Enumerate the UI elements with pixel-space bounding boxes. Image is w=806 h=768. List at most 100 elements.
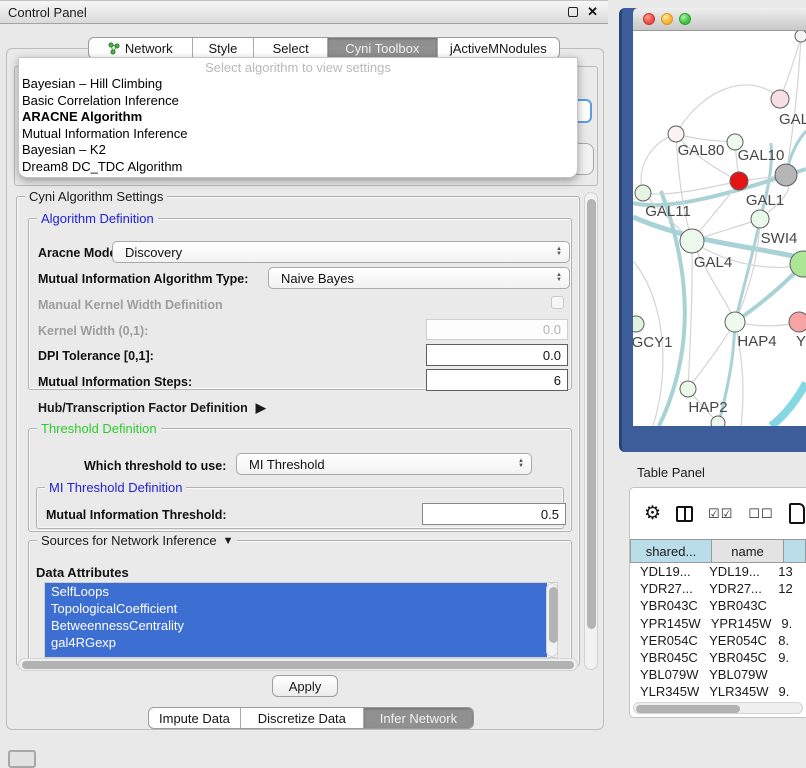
- dpi-tolerance-value: 0.0: [543, 348, 561, 363]
- tab-impute-data[interactable]: Impute Data: [149, 708, 241, 728]
- algorithm-option[interactable]: Dream8 DC_TDC Algorithm: [19, 159, 577, 176]
- minimized-panel-icon[interactable]: [8, 750, 36, 768]
- table-toolbar: ⚙ ☑☑ ☐☐: [630, 488, 806, 539]
- zoom-window-icon[interactable]: [679, 13, 691, 25]
- aracne-mode-combo[interactable]: Discovery ▲▼: [112, 241, 570, 263]
- tab-style[interactable]: Style: [193, 38, 255, 58]
- data-attribute-item[interactable]: SelfLoops: [45, 583, 557, 600]
- dpi-tolerance-field[interactable]: 0.0: [426, 344, 568, 366]
- network-window-titlebar[interactable]: [633, 8, 806, 31]
- data-attribute-item[interactable]: TopologicalCoefficient: [45, 600, 557, 617]
- tab-style-label: Style: [208, 41, 237, 56]
- sources-toggle[interactable]: Sources for Network Inference ▼: [37, 533, 237, 548]
- kernel-width-label: Kernel Width (0,1):: [38, 324, 148, 338]
- mi-threshold-field[interactable]: 0.5: [422, 503, 566, 525]
- table-row[interactable]: YDR27...YDR27...12: [630, 580, 806, 597]
- kernel-width-value: 0.0: [543, 322, 561, 337]
- algorithm-option[interactable]: Basic Correlation Inference: [19, 93, 577, 110]
- network-node[interactable]: [668, 126, 684, 142]
- hub-definition-label: Hub/Transcription Factor Definition: [38, 401, 248, 415]
- table-horizontal-scrollbar[interactable]: [633, 702, 803, 714]
- table-cell: [768, 666, 806, 683]
- tab-cyni-toolbox[interactable]: Cyni Toolbox: [328, 38, 438, 58]
- table-cell: YBL079W: [630, 666, 699, 683]
- network-node[interactable]: [633, 316, 644, 332]
- column-header-partial[interactable]: [784, 539, 806, 563]
- settings-vertical-scrollbar-thumb[interactable]: [587, 199, 596, 629]
- algorithm-option[interactable]: Bayesian – Hill Climbing: [19, 76, 577, 93]
- settings-vertical-scrollbar[interactable]: [584, 192, 598, 670]
- tab-impute-data-label: Impute Data: [159, 711, 230, 726]
- algorithm-option[interactable]: ARACNE Algorithm: [19, 109, 577, 126]
- collapse-right-icon: ▶: [256, 400, 266, 416]
- network-node[interactable]: [725, 312, 745, 332]
- network-node[interactable]: [795, 31, 806, 42]
- apply-button-label: Apply: [289, 679, 322, 694]
- table-cell: YLR345W: [630, 683, 699, 700]
- table-row[interactable]: YBL079WYBL079W: [630, 666, 806, 683]
- export-table-icon[interactable]: [789, 503, 805, 524]
- column-header-name[interactable]: name: [712, 539, 784, 563]
- table-row[interactable]: YPR145WYPR145W9.: [630, 615, 806, 632]
- hide-columns-icon[interactable]: ☐☐: [748, 506, 773, 522]
- network-node[interactable]: [751, 210, 769, 228]
- data-attribute-item[interactable]: gal4RGexp: [45, 634, 557, 651]
- cyni-bottom-tabbar: Impute Data Discretize Data Infer Networ…: [148, 707, 474, 729]
- hub-definition-toggle[interactable]: Hub/Transcription Factor Definition ▶: [38, 400, 266, 416]
- table-row[interactable]: YLR345WYLR345W9.: [630, 683, 806, 700]
- tab-infer-network[interactable]: Infer Network: [364, 708, 473, 728]
- tab-infer-network-label: Infer Network: [380, 711, 457, 726]
- tab-network-label: Network: [125, 41, 173, 56]
- network-node[interactable]: [680, 229, 704, 253]
- table-panel: ⚙ ☑☑ ☐☐ shared... name YDL19...YDL19...1…: [629, 487, 806, 718]
- attributes-scrollbar-thumb[interactable]: [549, 587, 558, 643]
- gear-icon[interactable]: ⚙: [644, 504, 661, 523]
- algorithm-option[interactable]: Bayesian – K2: [19, 142, 577, 159]
- table-row[interactable]: YDL19...YDL19...13: [630, 563, 806, 580]
- table-cell: 9.: [769, 683, 806, 700]
- network-canvas[interactable]: GALGAL80GAL10GAL1GAL11SWI4GAL4GCY1HAP4YH…: [633, 31, 806, 426]
- mi-type-value: Naive Bayes: [281, 271, 354, 286]
- attributes-scrollbar[interactable]: [546, 583, 558, 657]
- network-node[interactable]: [771, 90, 789, 108]
- which-threshold-combo[interactable]: MI Threshold ▲▼: [236, 453, 532, 475]
- tab-select[interactable]: Select: [254, 38, 328, 58]
- data-attributes-list: SelfLoopsTopologicalCoefficientBetweenne…: [44, 582, 558, 658]
- kernel-width-field[interactable]: 0.0: [426, 319, 568, 340]
- algorithm-option[interactable]: Mutual Information Inference: [19, 126, 577, 143]
- table-rows: YDL19...YDL19...13YDR27...YDR27...12YBR0…: [630, 563, 806, 702]
- mi-steps-field[interactable]: 6: [426, 369, 568, 391]
- data-attribute-item[interactable]: BetweennessCentrality: [45, 617, 557, 634]
- table-horizontal-scrollbar-thumb[interactable]: [636, 705, 740, 713]
- network-node[interactable]: [711, 416, 725, 426]
- algorithm-dropdown-list: Select algorithm to view settings Bayesi…: [18, 57, 578, 178]
- tab-network[interactable]: Network: [89, 38, 193, 58]
- network-node[interactable]: [730, 172, 748, 190]
- close-panel-icon[interactable]: ✕: [587, 7, 598, 17]
- network-node[interactable]: [680, 381, 696, 397]
- column-header-shared[interactable]: shared...: [630, 539, 712, 563]
- tab-discretize-data[interactable]: Discretize Data: [241, 708, 364, 728]
- table-row[interactable]: YBR045CYBR045C9.: [630, 649, 806, 666]
- float-panel-icon[interactable]: [568, 7, 578, 17]
- dpi-tolerance-label: DPI Tolerance [0,1]:: [38, 349, 154, 363]
- table-row[interactable]: YBR043CYBR043C: [630, 597, 806, 614]
- network-node[interactable]: [775, 164, 797, 186]
- data-attributes-label: Data Attributes: [36, 565, 129, 580]
- table-row[interactable]: YER054CYER054C8.: [630, 632, 806, 649]
- mi-type-combo[interactable]: Naive Bayes ▲▼: [268, 267, 570, 289]
- tab-jactivemnodules[interactable]: jActiveMNodules: [438, 38, 559, 58]
- close-window-icon[interactable]: [643, 13, 655, 25]
- table-cell: 9.: [768, 649, 806, 666]
- settings-horizontal-scrollbar-thumb[interactable]: [22, 661, 574, 669]
- network-node-label: GCY1: [633, 334, 672, 351]
- network-node[interactable]: [635, 185, 651, 201]
- apply-button[interactable]: Apply: [272, 675, 338, 697]
- settings-horizontal-scrollbar[interactable]: [18, 658, 578, 671]
- show-columns-icon[interactable]: ☑☑: [708, 506, 733, 522]
- minimize-window-icon[interactable]: [661, 13, 673, 25]
- columns-icon[interactable]: [676, 506, 693, 522]
- mi-threshold-group-title: MI Threshold Definition: [45, 480, 186, 495]
- network-node[interactable]: [789, 312, 806, 332]
- manual-kernel-checkbox[interactable]: [551, 296, 564, 309]
